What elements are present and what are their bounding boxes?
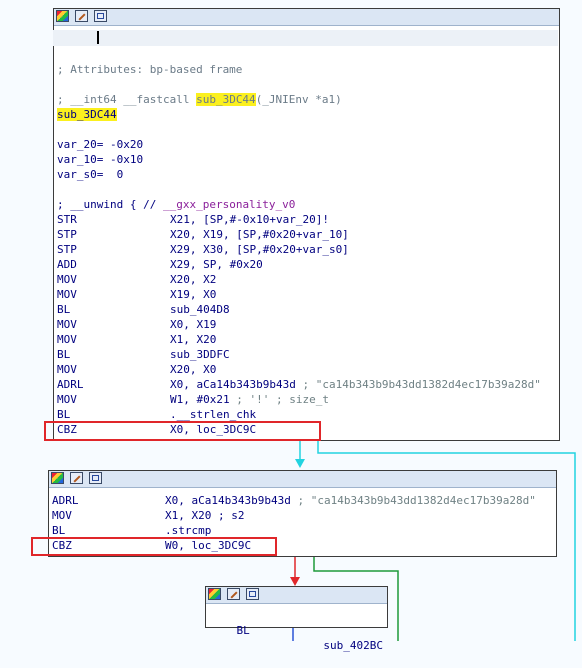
operands[interactable]: X20, X2 <box>170 273 216 286</box>
mnemonic: MOV <box>57 363 77 376</box>
unwind-personality[interactable]: __gxx_personality_v0 <box>163 198 295 211</box>
mnemonic: ADD <box>57 258 77 271</box>
mnemonic: BL <box>52 524 66 537</box>
current-line-band <box>53 30 558 46</box>
instruction-line: STR X21, [SP,#-0x10+var_20]! <box>57 212 580 227</box>
unwind-prefix: ; __unwind { // <box>57 198 163 211</box>
mnemonic: STP <box>57 228 77 241</box>
instruction-line: BL sub_402BC <box>210 608 384 652</box>
edit-icon[interactable] <box>227 588 240 600</box>
mnemonic: STR <box>57 213 77 226</box>
node-header <box>206 587 387 604</box>
instruction-line: ADD X29, SP, #0x20 <box>57 257 580 272</box>
instruction-line: BL .__strlen_chk <box>57 407 580 422</box>
edit-icon[interactable] <box>75 10 88 22</box>
instruction-line: MOV X20, X2 <box>57 272 580 287</box>
edit-icon[interactable] <box>70 472 83 484</box>
instruction-comment: ; '!' ; size_t <box>229 393 329 406</box>
node-header <box>49 471 556 488</box>
operands[interactable]: X0, X19 <box>170 318 216 331</box>
prototype-prefix: ; __int64 __fastcall <box>57 93 197 106</box>
unwind-comment: ; __unwind { // __gxx_personality_v0 <box>57 197 580 212</box>
function-label-line: sub_3DC44 <box>57 107 580 122</box>
operands[interactable]: sub_404D8 <box>170 303 230 316</box>
operands[interactable]: .strcmp <box>165 524 211 537</box>
mnemonic: BL <box>236 624 250 637</box>
instruction-line: STP X29, X30, [SP,#0x20+var_s0] <box>57 242 580 257</box>
color-palette-icon[interactable] <box>51 472 64 484</box>
mnemonic: ADRL <box>57 378 84 391</box>
edge-red-arrowhead <box>290 577 300 586</box>
mnemonic: MOV <box>57 318 77 331</box>
edge-cyan-arrowhead <box>295 459 305 468</box>
var-line: var_s0= 0 <box>57 168 124 181</box>
var-line: var_10= -0x10 <box>57 153 144 166</box>
operands[interactable]: X0, aCa14b343b9b43d <box>170 378 296 391</box>
mnemonic: MOV <box>52 509 72 522</box>
operands[interactable]: X1, X20 ; s2 <box>165 509 244 522</box>
graph-view-icon[interactable] <box>89 472 102 484</box>
instruction-line: MOV X20, X0 <box>57 362 580 377</box>
mnemonic: STP <box>57 243 77 256</box>
operands[interactable]: X29, SP, #0x20 <box>170 258 263 271</box>
mnemonic: BL <box>57 303 71 316</box>
text-cursor <box>97 31 99 44</box>
instruction-line: CBZ X0, loc_3DC9C <box>57 422 580 437</box>
function-label[interactable]: sub_3DC44 <box>57 108 117 121</box>
instruction-line: MOV X0, X19 <box>57 317 580 332</box>
instruction-line: BL sub_404D8 <box>57 302 580 317</box>
operands[interactable]: W0, loc_3DC9C <box>165 539 251 552</box>
mnemonic: ADRL <box>52 494 79 507</box>
prototype-function-name[interactable]: sub_3DC44 <box>196 93 256 106</box>
operands[interactable]: X1, X20 <box>170 333 216 346</box>
mnemonic: MOV <box>57 333 77 346</box>
attributes-comment: ; Attributes: bp-based frame <box>57 63 243 76</box>
mnemonic: BL <box>57 348 71 361</box>
instruction-line: STP X20, X19, [SP,#0x20+var_10] <box>57 227 580 242</box>
code-block-call-sub-402bc[interactable]: BL sub_402BC <box>205 586 388 652</box>
instruction-line: MOV W1, #0x21 ; '!' ; size_t <box>57 392 580 407</box>
instruction-line: MOV X1, X20 ; s2 <box>52 508 580 523</box>
color-palette-icon[interactable] <box>56 10 69 22</box>
node-header <box>54 9 559 26</box>
instruction-line: CBZ W0, loc_3DC9C <box>52 538 580 553</box>
operands[interactable]: X20, X19, [SP,#0x20+var_10] <box>170 228 349 241</box>
mnemonic: CBZ <box>57 423 77 436</box>
mnemonic: MOV <box>57 393 77 406</box>
graph-view-icon[interactable] <box>246 588 259 600</box>
prototype-comment: ; __int64 __fastcall sub_3DC44(_JNIEnv *… <box>57 92 580 107</box>
var-line: var_20= -0x20 <box>57 138 144 151</box>
instruction-comment: ; "ca14b343b9b43dd1382d4ec17b39a28d" <box>295 378 541 391</box>
instruction-line: MOV X19, X0 <box>57 287 580 302</box>
operands[interactable]: X19, X0 <box>170 288 216 301</box>
mnemonic: CBZ <box>52 539 72 552</box>
color-palette-icon[interactable] <box>208 588 221 600</box>
operands[interactable]: sub_3DDFC <box>170 348 230 361</box>
operands[interactable]: X0, aCa14b343b9b43d <box>165 494 291 507</box>
call-target[interactable]: sub_402BC <box>323 638 383 653</box>
graph-view-icon[interactable] <box>94 10 107 22</box>
operands[interactable]: X29, X30, [SP,#0x20+var_s0] <box>170 243 349 256</box>
mnemonic: MOV <box>57 273 77 286</box>
instruction-line: ADRL X0, aCa14b343b9b43d ; "ca14b343b9b43… <box>57 377 580 392</box>
instruction-comment: ; "ca14b343b9b43dd1382d4ec17b39a28d" <box>290 494 536 507</box>
operands[interactable]: X0, loc_3DC9C <box>170 423 256 436</box>
mnemonic: MOV <box>57 288 77 301</box>
operands[interactable]: .__strlen_chk <box>170 408 256 421</box>
mnemonic: BL <box>57 408 71 421</box>
operands[interactable]: W1, #0x21 <box>170 393 230 406</box>
operands[interactable]: X21, [SP,#-0x10+var_20]! <box>170 213 329 226</box>
instruction-line: BL .strcmp <box>52 523 580 538</box>
operands[interactable]: X20, X0 <box>170 363 216 376</box>
instruction-line: ADRL X0, aCa14b343b9b43d ; "ca14b343b9b43… <box>52 493 580 508</box>
instruction-line: BL sub_3DDFC <box>57 347 580 362</box>
prototype-suffix: (_JNIEnv *a1) <box>255 93 342 106</box>
instruction-line: MOV X1, X20 <box>57 332 580 347</box>
